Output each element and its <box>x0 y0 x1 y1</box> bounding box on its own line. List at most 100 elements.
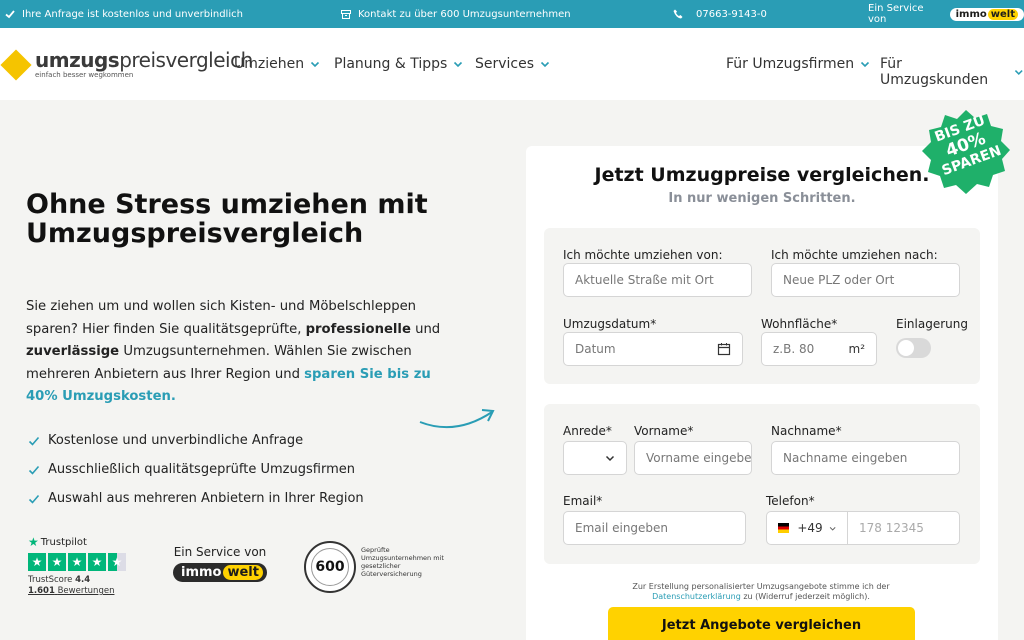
consent-part: zu (Widerruf jederzeit möglich). <box>740 592 870 601</box>
check-icon <box>28 494 40 504</box>
star-icon: ★ <box>28 553 46 571</box>
top-info-bar: Ihre Anfrage ist kostenlos und unverbind… <box>0 0 1024 28</box>
toggle-knob <box>898 340 914 356</box>
phone-label: Telefon* <box>766 494 815 508</box>
quality-seal-icon: 600 <box>304 541 356 593</box>
reviews-label: Bewertungen <box>57 586 115 596</box>
nav-item-umziehen[interactable]: Umziehen <box>234 56 320 72</box>
reviews-link[interactable]: 1.601 Bewertungen <box>28 586 138 596</box>
area-label: Wohnfläche* <box>761 317 838 331</box>
service-label: Ein Service von <box>173 545 267 559</box>
phone-icon <box>673 9 683 19</box>
nav-item-planung[interactable]: Planung & Tipps <box>334 56 463 72</box>
nav-item-label: Für Umzugsfirmen <box>726 56 855 72</box>
box-icon <box>341 10 351 19</box>
consent-part: Zur Erstellung personalisierter Umzugsan… <box>632 582 890 591</box>
email-label: Email* <box>563 494 603 508</box>
hero-text-bold: zuverlässige <box>26 344 120 359</box>
area-input[interactable]: z.B. 80 m² <box>761 332 877 366</box>
seal-text: Geprüfte Umzugsunternehmen mit gesetzlic… <box>361 546 444 578</box>
salutation-select[interactable] <box>563 441 627 475</box>
trustscore: TrustScore 4.4 <box>28 575 138 585</box>
trustscore-label: TrustScore <box>28 575 73 585</box>
info-item: Ihre Anfrage ist kostenlos und unverbind… <box>4 0 243 28</box>
trustscore-value: 4.4 <box>75 575 91 585</box>
star-icon: ★ <box>68 553 86 571</box>
germany-flag-icon <box>778 523 790 533</box>
chevron-down-icon <box>1015 70 1024 75</box>
nav-item-label: Umziehen <box>234 56 305 72</box>
firstname-input[interactable]: Vorname eingeben <box>634 441 752 475</box>
benefits-list: Kostenlose und unverbindliche Anfrage Au… <box>28 426 364 513</box>
nav-item-umzugsfirmen[interactable]: Für Umzugsfirmen <box>726 56 870 72</box>
storage-label: Einlagerung <box>896 317 968 331</box>
chevron-down-icon <box>311 61 320 68</box>
to-address-input[interactable]: Neue PLZ oder Ort <box>771 263 960 297</box>
reviews-count: 1.601 <box>28 586 55 596</box>
star-icon: ★ <box>88 553 106 571</box>
calendar-icon[interactable] <box>717 342 731 356</box>
date-input[interactable]: Datum <box>563 332 743 366</box>
immowelt-logo: immo welt <box>173 563 267 582</box>
immowelt-logo-a: immo <box>181 565 222 580</box>
logo-part1: umzugs <box>35 48 120 72</box>
immowelt-logo-b: welt <box>223 565 263 580</box>
phone-prefix: +49 <box>797 521 823 535</box>
check-icon <box>28 436 40 446</box>
comparison-form-card <box>526 146 998 640</box>
from-address-input[interactable]: Aktuelle Straße mit Ort <box>563 263 752 297</box>
site-logo[interactable]: umzugspreisvergleich einfach besser wegk… <box>0 46 253 86</box>
submit-button[interactable]: Jetzt Angebote vergleichen <box>608 607 915 640</box>
lastname-input[interactable]: Nachname eingeben <box>771 441 960 475</box>
date-label: Umzugsdatum* <box>563 317 657 331</box>
nav-item-label: Für Umzugskunden <box>880 56 989 88</box>
info-check-icon <box>5 10 15 19</box>
privacy-policy-link[interactable]: Datenschutzerklärung <box>652 592 741 601</box>
firstname-label: Vorname* <box>634 424 694 438</box>
trustpilot-name: Trustpilot <box>40 536 87 548</box>
immowelt-logo-b: welt <box>987 8 1018 20</box>
country-code-select[interactable]: +49 <box>766 511 848 545</box>
hero-description: Sie ziehen um und wollen sich Kisten- un… <box>26 296 456 409</box>
chevron-down-icon <box>829 526 836 531</box>
date-placeholder: Datum <box>575 342 616 356</box>
contact-item: Kontakt zu über 600 Umzugsunternehmen <box>340 0 571 28</box>
list-item: Kostenlose und unverbindliche Anfrage <box>28 426 364 455</box>
nav-item-services[interactable]: Services <box>475 56 550 72</box>
chevron-down-icon <box>605 455 615 462</box>
logo-tagline: einfach besser wegkommen <box>35 71 134 79</box>
consent-text: Zur Erstellung personalisierter Umzugsan… <box>606 582 916 602</box>
list-item: Auswahl aus mehreren Anbietern in Ihrer … <box>28 484 364 513</box>
nav-item-umzugskunden[interactable]: Für Umzugskunden <box>880 56 1024 88</box>
trustpilot-logo: ★ Trustpilot <box>28 535 138 549</box>
email-input[interactable]: Email eingeben <box>563 511 746 545</box>
immowelt-logo-small[interactable]: immo welt <box>949 7 1024 21</box>
phone-number[interactable]: 07663-9143-0 <box>696 9 767 20</box>
hero-title: Ohne Stress umziehen mit Umzugspreisverg… <box>26 189 428 249</box>
immowelt-logo-a: immo <box>955 8 987 20</box>
logo-mark-icon <box>0 49 32 81</box>
trustpilot-widget[interactable]: ★ Trustpilot ★ ★ ★ ★ ★ TrustScore 4.4 1.… <box>28 535 138 596</box>
benefit-text: Kostenlose und unverbindliche Anfrage <box>48 433 304 448</box>
immowelt-service-badge[interactable]: Ein Service von immo welt <box>170 545 270 582</box>
benefit-text: Auswahl aus mehreren Anbietern in Ihrer … <box>48 491 364 506</box>
seal-number: 600 <box>311 548 349 586</box>
area-placeholder: z.B. 80 <box>773 342 815 356</box>
star-icon: ★ <box>48 553 66 571</box>
from-label: Ich möchte umziehen von: <box>563 248 723 262</box>
service-by: Ein Service von immo welt <box>868 0 1024 28</box>
chevron-down-icon <box>861 61 870 68</box>
storage-toggle[interactable] <box>896 338 931 358</box>
list-item: Ausschließlich qualitätsgeprüfte Umzugsf… <box>28 455 364 484</box>
nav-item-label: Planung & Tipps <box>334 56 448 72</box>
trustpilot-star-icon: ★ <box>28 535 39 549</box>
logo-wordmark: umzugspreisvergleich <box>35 48 253 72</box>
curved-arrow-icon <box>419 409 495 429</box>
lastname-label: Nachname* <box>771 424 842 438</box>
phone-input[interactable]: 178 12345 <box>847 511 960 545</box>
phone-item[interactable]: 07663-9143-0 <box>672 0 767 28</box>
nav-item-label: Services <box>475 56 535 72</box>
hero-text-bold: professionelle <box>305 321 411 337</box>
to-label: Ich möchte umziehen nach: <box>771 248 938 262</box>
chevron-down-icon <box>540 61 550 68</box>
